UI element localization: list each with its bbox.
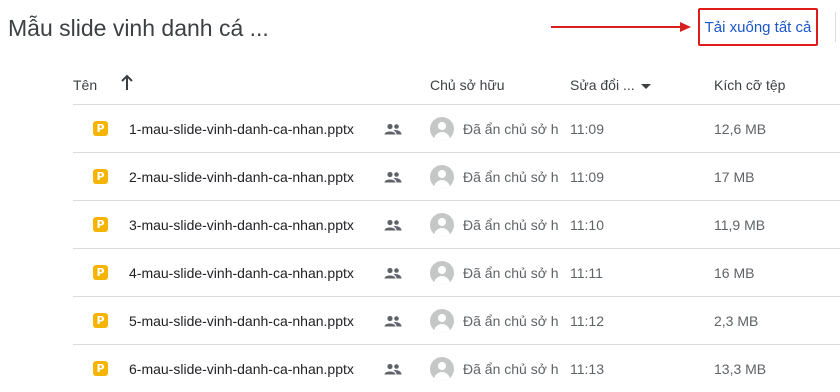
file-owner: Đã ẩn chủ sở hữu bbox=[463, 168, 558, 185]
people-icon bbox=[384, 153, 402, 200]
slides-file-icon-cell: P bbox=[93, 297, 108, 344]
file-row[interactable]: P 5-mau-slide-vinh-danh-ca-nhan.pptx Đã … bbox=[73, 296, 840, 344]
file-owner: Đã ẩn chủ sở hữu bbox=[463, 360, 558, 377]
avatar-icon bbox=[430, 356, 454, 381]
sort-ascending-icon[interactable] bbox=[120, 73, 134, 96]
file-owner: Đã ẩn chủ sở hữu bbox=[463, 264, 558, 281]
people-icon bbox=[384, 201, 402, 248]
file-size: 17 MB bbox=[714, 168, 755, 185]
slides-file-icon-cell: P bbox=[93, 105, 108, 152]
file-modified: 11:12 bbox=[570, 312, 604, 329]
file-modified: 11:13 bbox=[570, 360, 604, 377]
owner-avatar-cell bbox=[430, 345, 454, 392]
file-name[interactable]: 3-mau-slide-vinh-danh-ca-nhan.pptx bbox=[129, 201, 354, 248]
avatar-icon bbox=[430, 116, 454, 141]
slides-file-icon-cell: P bbox=[93, 345, 108, 392]
annotation-arrow bbox=[551, 26, 681, 28]
file-name[interactable]: 4-mau-slide-vinh-danh-ca-nhan.pptx bbox=[129, 249, 354, 296]
column-header-owner[interactable]: Chủ sở hữu bbox=[430, 77, 505, 93]
file-name[interactable]: 2-mau-slide-vinh-danh-ca-nhan.pptx bbox=[129, 153, 354, 200]
google-slides-icon: P bbox=[93, 265, 108, 280]
file-row[interactable]: P 1-mau-slide-vinh-danh-ca-nhan.pptx Đã … bbox=[73, 104, 840, 152]
file-size: 12,6 MB bbox=[714, 120, 767, 137]
people-icon bbox=[384, 345, 402, 392]
google-slides-icon: P bbox=[93, 121, 108, 136]
file-size: 16 MB bbox=[714, 264, 755, 281]
column-header-size[interactable]: Kích cỡ tệp bbox=[714, 77, 785, 93]
annotation-arrow-head bbox=[680, 22, 691, 32]
file-modified: 11:09 bbox=[570, 120, 604, 137]
owner-avatar-cell bbox=[430, 105, 454, 152]
people-icon bbox=[384, 297, 402, 344]
slides-file-icon-cell: P bbox=[93, 249, 108, 296]
column-header-name[interactable]: Tên bbox=[73, 77, 97, 93]
toolbar-divider bbox=[835, 12, 836, 42]
google-slides-icon: P bbox=[93, 217, 108, 232]
people-icon bbox=[384, 249, 402, 296]
column-header-modified[interactable]: Sửa đổi ... bbox=[570, 77, 651, 93]
column-header-modified-label: Sửa đổi ... bbox=[570, 77, 635, 93]
file-name[interactable]: 1-mau-slide-vinh-danh-ca-nhan.pptx bbox=[129, 105, 354, 152]
avatar-icon bbox=[430, 164, 454, 189]
file-modified: 11:11 bbox=[570, 264, 603, 281]
file-size: 2,3 MB bbox=[714, 312, 759, 329]
file-modified: 11:10 bbox=[570, 216, 604, 233]
people-icon bbox=[384, 105, 402, 152]
owner-avatar-cell bbox=[430, 249, 454, 296]
file-modified: 11:09 bbox=[570, 168, 604, 185]
file-row[interactable]: P 4-mau-slide-vinh-danh-ca-nhan.pptx Đã … bbox=[73, 248, 840, 296]
chevron-down-icon bbox=[640, 83, 651, 89]
file-list-header: Tên Chủ sở hữu Sửa đổi ... Kích cỡ tệp bbox=[73, 70, 840, 104]
google-slides-icon: P bbox=[93, 169, 108, 184]
file-row[interactable]: P 6-mau-slide-vinh-danh-ca-nhan.pptx Đã … bbox=[73, 344, 840, 392]
file-owner: Đã ẩn chủ sở hữu bbox=[463, 216, 558, 233]
file-name[interactable]: 5-mau-slide-vinh-danh-ca-nhan.pptx bbox=[129, 297, 354, 344]
owner-avatar-cell bbox=[430, 201, 454, 248]
drive-shared-folder-page: Mẫu slide vinh danh cá ... Tải xuống tất… bbox=[0, 0, 840, 392]
avatar-icon bbox=[430, 308, 454, 333]
file-size: 13,3 MB bbox=[714, 360, 767, 377]
avatar-icon bbox=[430, 260, 454, 285]
avatar-icon bbox=[430, 212, 454, 237]
file-owner: Đã ẩn chủ sở hữu bbox=[463, 120, 558, 137]
file-owner: Đã ẩn chủ sở hữu bbox=[463, 312, 558, 329]
owner-avatar-cell bbox=[430, 153, 454, 200]
google-slides-icon: P bbox=[93, 313, 108, 328]
file-name[interactable]: 6-mau-slide-vinh-danh-ca-nhan.pptx bbox=[129, 345, 354, 392]
slides-file-icon-cell: P bbox=[93, 201, 108, 248]
file-row[interactable]: P 2-mau-slide-vinh-danh-ca-nhan.pptx Đã … bbox=[73, 152, 840, 200]
file-size: 11,9 MB bbox=[714, 216, 766, 233]
folder-title: Mẫu slide vinh danh cá ... bbox=[8, 15, 269, 41]
google-slides-icon: P bbox=[93, 361, 108, 376]
owner-avatar-cell bbox=[430, 297, 454, 344]
download-all-button[interactable]: Tải xuống tất cả bbox=[698, 8, 818, 46]
slides-file-icon-cell: P bbox=[93, 153, 108, 200]
file-row[interactable]: P 3-mau-slide-vinh-danh-ca-nhan.pptx Đã … bbox=[73, 200, 840, 248]
